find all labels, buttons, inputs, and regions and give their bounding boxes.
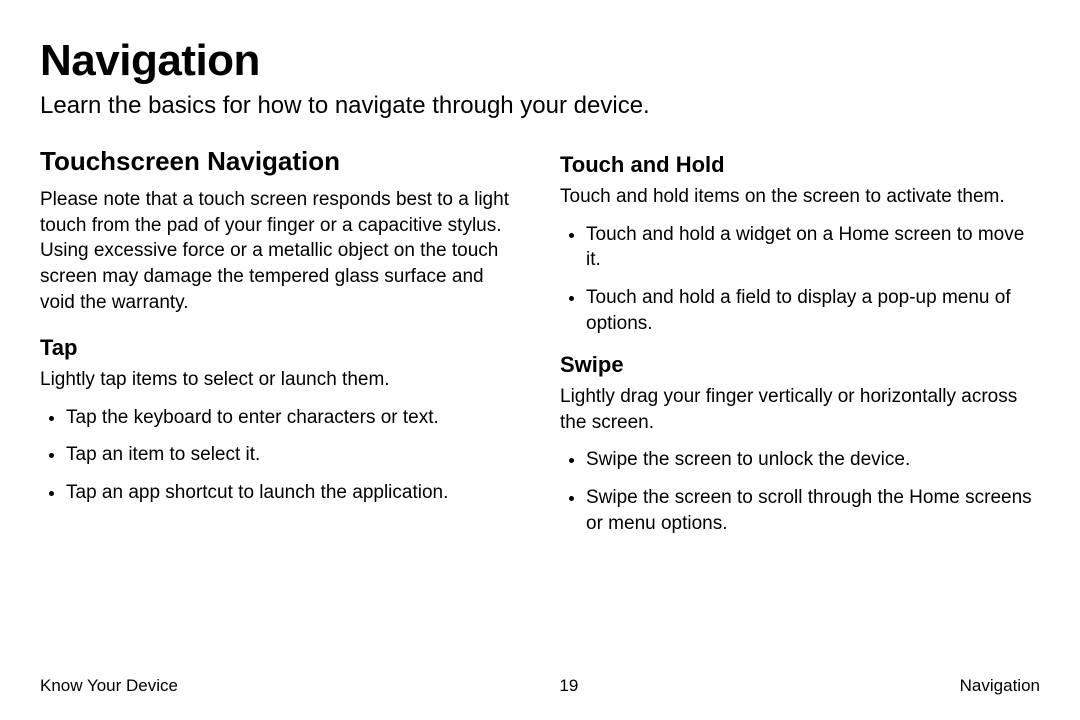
left-column: Touchscreen Navigation Please note that …: [40, 146, 520, 552]
touchhold-intro: Touch and hold items on the screen to ac…: [560, 184, 1040, 210]
footer-page-number: 19: [559, 676, 578, 696]
list-item: Tap an app shortcut to launch the applic…: [66, 480, 520, 506]
list-item: Touch and hold a widget on a Home screen…: [586, 222, 1040, 273]
touchscreen-heading: Touchscreen Navigation: [40, 146, 520, 177]
right-column: Touch and Hold Touch and hold items on t…: [560, 146, 1040, 552]
swipe-list: Swipe the screen to unlock the device. S…: [560, 447, 1040, 536]
page-title: Navigation: [40, 36, 1040, 86]
touchscreen-paragraph: Please note that a touch screen responds…: [40, 187, 520, 315]
tap-heading: Tap: [40, 335, 520, 361]
page-subtitle: Learn the basics for how to navigate thr…: [40, 92, 1040, 120]
tap-list: Tap the keyboard to enter characters or …: [40, 405, 520, 506]
touchhold-list: Touch and hold a widget on a Home screen…: [560, 222, 1040, 337]
list-item: Swipe the screen to scroll through the H…: [586, 485, 1040, 536]
list-item: Swipe the screen to unlock the device.: [586, 447, 1040, 473]
touchhold-heading: Touch and Hold: [560, 152, 1040, 178]
page-footer: Know Your Device 19 Navigation: [40, 676, 1040, 696]
content-columns: Touchscreen Navigation Please note that …: [40, 146, 1040, 552]
list-item: Tap the keyboard to enter characters or …: [66, 405, 520, 431]
swipe-intro: Lightly drag your finger vertically or h…: [560, 384, 1040, 435]
swipe-heading: Swipe: [560, 352, 1040, 378]
list-item: Touch and hold a field to display a pop-…: [586, 285, 1040, 336]
list-item: Tap an item to select it.: [66, 442, 520, 468]
footer-right: Navigation: [960, 676, 1040, 696]
footer-left: Know Your Device: [40, 676, 178, 696]
tap-intro: Lightly tap items to select or launch th…: [40, 367, 520, 393]
